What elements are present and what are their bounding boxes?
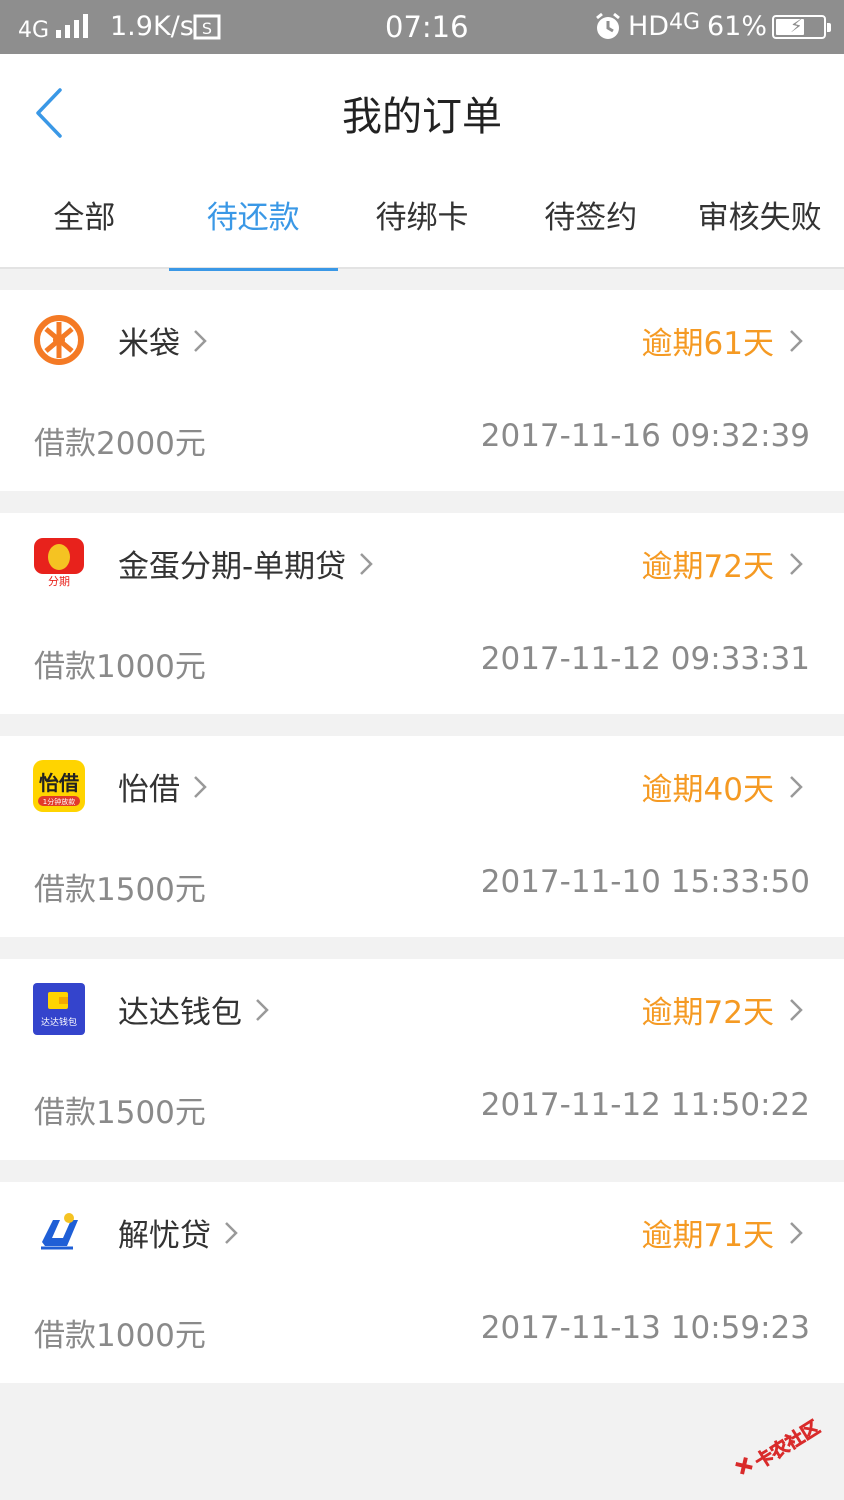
- lender-name-label: 米袋: [118, 326, 180, 362]
- status-bar: 4G 1.9K/s S 07:16 HD 4G 61% ⚡: [0, 0, 844, 54]
- overdue-status[interactable]: 逾期61天: [642, 318, 806, 363]
- chevron-right-icon: [190, 325, 210, 357]
- lender-name[interactable]: 解忧贷: [118, 1210, 241, 1255]
- overdue-label: 逾期71天: [641, 1218, 774, 1254]
- chevron-right-icon: [786, 771, 806, 803]
- order-date: 2017-11-16 09:32:39: [480, 418, 810, 454]
- order-card[interactable]: 分期 金蛋分期-单期贷 逾期72天 借款1000元 2017-11-12 09:…: [0, 513, 844, 714]
- lender-name-label: 达达钱包: [118, 995, 242, 1031]
- network-type-secondary: 4G: [669, 10, 701, 35]
- order-date: 2017-11-13 10:59:23: [480, 1310, 810, 1346]
- chevron-right-icon: [786, 325, 806, 357]
- order-date: 2017-11-12 09:33:31: [480, 641, 810, 677]
- overdue-label: 逾期40天: [641, 772, 774, 808]
- lender-name[interactable]: 达达钱包: [118, 987, 272, 1032]
- overdue-status[interactable]: 逾期72天: [642, 541, 806, 586]
- hd-indicator: HD: [628, 11, 670, 42]
- overdue-label: 逾期72天: [641, 995, 774, 1031]
- chevron-right-icon: [221, 1217, 241, 1249]
- header: 我的订单 全部 待还款 待绑卡 待签约 审核失败: [0, 54, 844, 271]
- order-card[interactable]: 怡借 1分钟放款 怡借 逾期40天 借款1500元 2017-11-10 15:3…: [0, 736, 844, 937]
- tab-all[interactable]: 全部: [0, 176, 169, 269]
- logo-text: 达达钱包: [41, 1016, 77, 1028]
- lender-name-label: 金蛋分期-单期贷: [118, 549, 347, 585]
- order-card[interactable]: 米袋 逾期61天 借款2000元 2017-11-16 09:32:39: [0, 290, 844, 491]
- loan-amount: 借款2000元: [34, 426, 206, 462]
- page-title: 我的订单: [342, 94, 502, 140]
- alarm-icon: [594, 12, 622, 49]
- lender-name[interactable]: 金蛋分期-单期贷: [118, 541, 376, 586]
- svg-text:S: S: [202, 19, 212, 38]
- tab-review-failed[interactable]: 审核失败: [675, 176, 844, 269]
- network-type: 4G: [18, 18, 50, 43]
- logo-text: 怡借: [39, 771, 79, 795]
- loan-amount: 借款1000元: [34, 1318, 206, 1354]
- overdue-label: 逾期61天: [641, 326, 774, 362]
- tab-bar: 全部 待还款 待绑卡 待签约 审核失败: [0, 176, 844, 271]
- signal-icon: [56, 14, 88, 38]
- midai-logo-icon: [33, 314, 85, 366]
- battery-percent: 61%: [707, 11, 768, 42]
- overdue-status[interactable]: 逾期40天: [642, 764, 806, 809]
- chevron-right-icon: [190, 771, 210, 803]
- chevron-right-icon: [786, 1217, 806, 1249]
- network-speed: 1.9K/s: [110, 11, 194, 42]
- tab-pending-repayment[interactable]: 待还款: [168, 176, 338, 271]
- order-date: 2017-11-10 15:33:50: [480, 864, 810, 900]
- overdue-status[interactable]: 逾期72天: [642, 987, 806, 1032]
- order-card[interactable]: 解忧贷 逾期71天 借款1000元 2017-11-13 10:59:23: [0, 1182, 844, 1383]
- lender-name-label: 解忧贷: [118, 1218, 211, 1254]
- lender-name[interactable]: 米袋: [118, 318, 210, 363]
- chevron-right-icon: [786, 994, 806, 1026]
- overdue-status[interactable]: 逾期71天: [642, 1210, 806, 1255]
- battery-icon: ⚡: [772, 15, 831, 39]
- tab-pending-card[interactable]: 待绑卡: [338, 176, 507, 269]
- chevron-right-icon: [356, 548, 376, 580]
- logo-text: 分期: [48, 575, 70, 588]
- tab-pending-sign[interactable]: 待签约: [506, 176, 675, 269]
- watermark-logo: 卡农社区: [728, 1416, 832, 1478]
- yijie-logo-icon: 怡借 1分钟放款: [33, 760, 85, 812]
- order-card[interactable]: 达达钱包 达达钱包 逾期72天 借款1500元 2017-11-12 11:50…: [0, 959, 844, 1160]
- loan-amount: 借款1500元: [34, 1095, 206, 1131]
- jieyoudai-logo-icon: [33, 1206, 85, 1258]
- watermark-text: 卡农社区: [751, 1418, 824, 1473]
- jindan-logo-icon: 分期: [33, 537, 85, 589]
- order-date: 2017-11-12 11:50:22: [480, 1087, 810, 1123]
- loan-amount: 借款1500元: [34, 872, 206, 908]
- screenshot-icon: S: [192, 12, 222, 49]
- dada-wallet-logo-icon: 达达钱包: [33, 983, 85, 1035]
- clock: 07:16: [385, 10, 469, 44]
- loan-amount: 借款1000元: [34, 649, 206, 685]
- lender-name-label: 怡借: [118, 772, 180, 808]
- chevron-right-icon: [786, 548, 806, 580]
- overdue-label: 逾期72天: [641, 549, 774, 585]
- logo-subtext: 1分钟放款: [43, 797, 75, 806]
- chevron-right-icon: [252, 994, 272, 1026]
- lender-name[interactable]: 怡借: [118, 764, 210, 809]
